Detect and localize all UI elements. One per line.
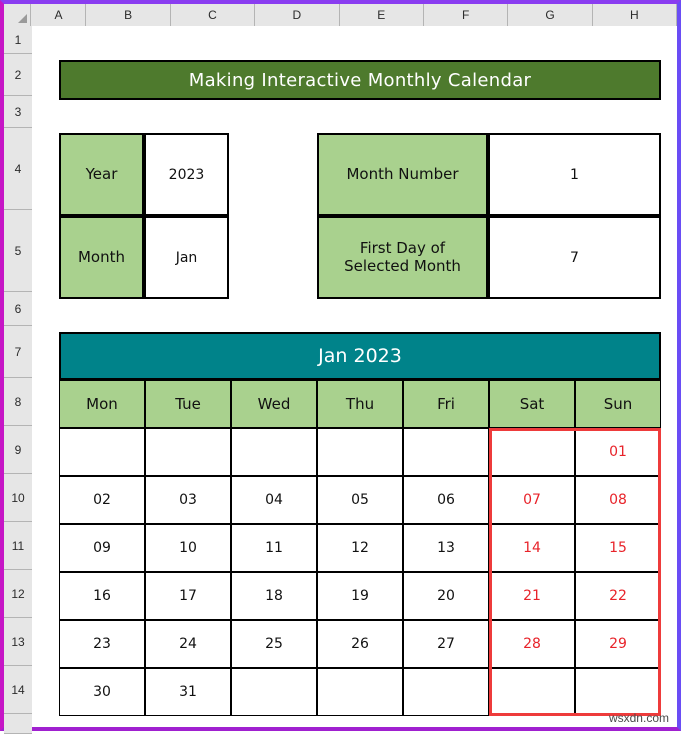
column-header-a[interactable]: A xyxy=(31,4,87,26)
calendar-day-empty[interactable] xyxy=(403,428,489,476)
calendar-day-03[interactable]: 03 xyxy=(145,476,231,524)
row-header-2[interactable]: 2 xyxy=(4,54,32,96)
column-header-b[interactable]: B xyxy=(86,4,171,26)
page-title: Making Interactive Monthly Calendar xyxy=(59,60,661,100)
row-header-1[interactable]: 1 xyxy=(4,26,32,54)
calendar-day-empty[interactable] xyxy=(489,668,575,716)
column-header-g[interactable]: G xyxy=(508,4,593,26)
first-day-label: First Day of Selected Month xyxy=(317,216,488,299)
row-header-overflow xyxy=(4,714,32,734)
column-header-c[interactable]: C xyxy=(170,4,256,26)
column-header-h[interactable]: H xyxy=(592,4,678,26)
row-header-5[interactable]: 5 xyxy=(4,210,32,292)
row-header-3[interactable]: 3 xyxy=(4,96,32,128)
weekday-header-sat: Sat xyxy=(489,380,575,428)
calendar-day-04[interactable]: 04 xyxy=(231,476,317,524)
calendar-day-07[interactable]: 07 xyxy=(489,476,575,524)
calendar-day-18[interactable]: 18 xyxy=(231,572,317,620)
calendar-day-19[interactable]: 19 xyxy=(317,572,403,620)
row-header-12[interactable]: 12 xyxy=(4,570,32,618)
row-header-13[interactable]: 13 xyxy=(4,618,32,666)
calendar-month-header: Jan 2023 xyxy=(59,332,661,380)
weekday-header-fri: Fri xyxy=(403,380,489,428)
calendar-day-empty[interactable] xyxy=(317,428,403,476)
calendar-day-13[interactable]: 13 xyxy=(403,524,489,572)
select-all-triangle-icon xyxy=(18,14,28,23)
year-value[interactable]: 2023 xyxy=(144,133,229,216)
calendar-day-10[interactable]: 10 xyxy=(145,524,231,572)
first-day-value[interactable]: 7 xyxy=(488,216,661,299)
weekday-header-wed: Wed xyxy=(231,380,317,428)
calendar-day-empty[interactable] xyxy=(317,668,403,716)
calendar-day-16[interactable]: 16 xyxy=(59,572,145,620)
calendar-day-empty[interactable] xyxy=(59,428,145,476)
calendar-day-empty[interactable] xyxy=(575,668,661,716)
calendar-day-empty[interactable] xyxy=(145,428,231,476)
weekday-header-tue: Tue xyxy=(145,380,231,428)
calendar-day-06[interactable]: 06 xyxy=(403,476,489,524)
sheet-grid: Making Interactive Monthly Calendar Year… xyxy=(33,27,677,727)
column-header-row: A B C D E F G H xyxy=(4,4,678,26)
calendar-day-02[interactable]: 02 xyxy=(59,476,145,524)
calendar-day-29[interactable]: 29 xyxy=(575,620,661,668)
weekday-header-mon: Mon xyxy=(59,380,145,428)
calendar-day-30[interactable]: 30 xyxy=(59,668,145,716)
calendar-day-empty[interactable] xyxy=(231,668,317,716)
calendar-day-09[interactable]: 09 xyxy=(59,524,145,572)
calendar-day-empty[interactable] xyxy=(489,428,575,476)
calendar-day-empty[interactable] xyxy=(403,668,489,716)
row-header-10[interactable]: 10 xyxy=(4,474,32,522)
weekday-header-sun: Sun xyxy=(575,380,661,428)
row-header-6[interactable]: 6 xyxy=(4,292,32,326)
row-header-4[interactable]: 4 xyxy=(4,128,32,210)
calendar-day-05[interactable]: 05 xyxy=(317,476,403,524)
calendar-day-23[interactable]: 23 xyxy=(59,620,145,668)
row-header-column: 1 2 3 4 5 6 7 8 9 10 11 12 13 14 xyxy=(4,26,32,734)
calendar-day-28[interactable]: 28 xyxy=(489,620,575,668)
column-header-f[interactable]: F xyxy=(423,4,509,26)
calendar-day-21[interactable]: 21 xyxy=(489,572,575,620)
excel-window: A B C D E F G H 1 2 3 4 5 6 7 8 9 10 11 … xyxy=(0,0,681,734)
calendar-day-22[interactable]: 22 xyxy=(575,572,661,620)
month-number-value[interactable]: 1 xyxy=(488,133,661,216)
weekday-header-thu: Thu xyxy=(317,380,403,428)
month-label: Month xyxy=(59,216,144,299)
row-header-11[interactable]: 11 xyxy=(4,522,32,570)
calendar-day-25[interactable]: 25 xyxy=(231,620,317,668)
calendar-day-26[interactable]: 26 xyxy=(317,620,403,668)
calendar-day-empty[interactable] xyxy=(231,428,317,476)
month-value[interactable]: Jan xyxy=(144,216,229,299)
column-header-e[interactable]: E xyxy=(339,4,424,26)
row-header-8[interactable]: 8 xyxy=(4,378,32,426)
calendar-day-11[interactable]: 11 xyxy=(231,524,317,572)
watermark: wsxdn.com xyxy=(608,711,669,725)
calendar-day-17[interactable]: 17 xyxy=(145,572,231,620)
calendar-day-24[interactable]: 24 xyxy=(145,620,231,668)
calendar-day-12[interactable]: 12 xyxy=(317,524,403,572)
month-number-label: Month Number xyxy=(317,133,488,216)
calendar-day-20[interactable]: 20 xyxy=(403,572,489,620)
select-all-corner[interactable] xyxy=(4,4,32,26)
row-header-7[interactable]: 7 xyxy=(4,326,32,378)
row-header-9[interactable]: 9 xyxy=(4,426,32,474)
year-label: Year xyxy=(59,133,144,216)
calendar-day-08[interactable]: 08 xyxy=(575,476,661,524)
row-header-14[interactable]: 14 xyxy=(4,666,32,714)
calendar-day-14[interactable]: 14 xyxy=(489,524,575,572)
calendar-day-15[interactable]: 15 xyxy=(575,524,661,572)
calendar-day-31[interactable]: 31 xyxy=(145,668,231,716)
column-header-d[interactable]: D xyxy=(255,4,340,26)
calendar-day-27[interactable]: 27 xyxy=(403,620,489,668)
calendar-day-01[interactable]: 01 xyxy=(575,428,661,476)
